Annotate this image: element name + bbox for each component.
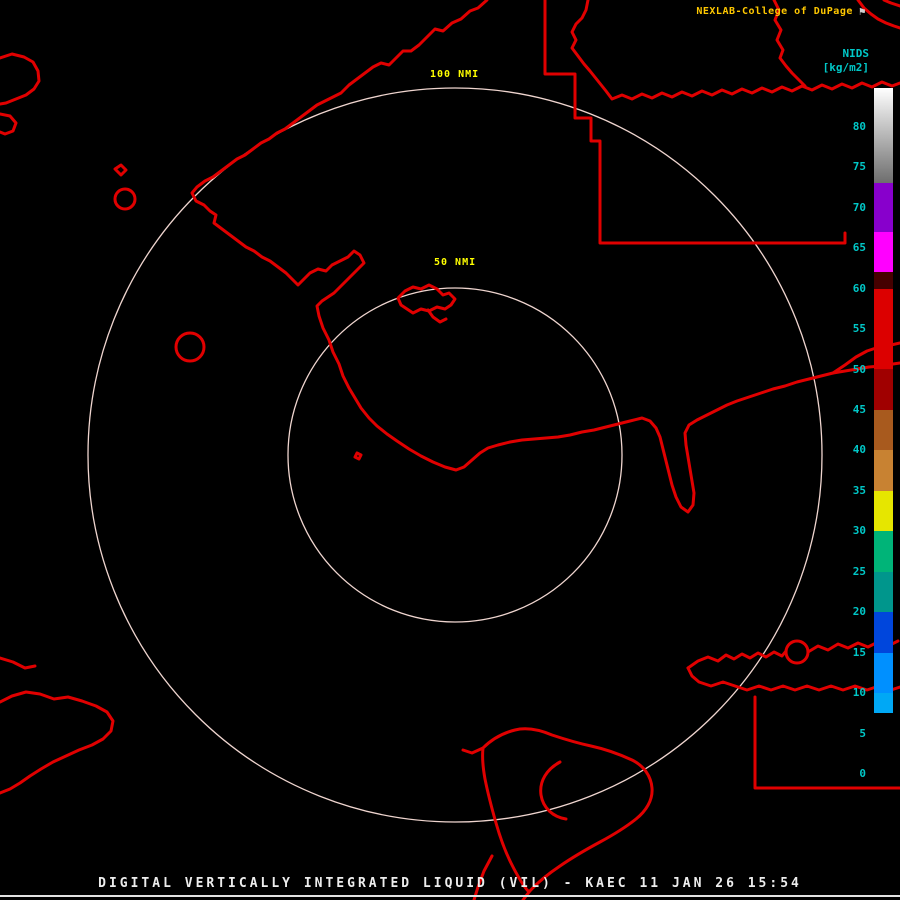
colorbar-tick-label: 40 — [852, 443, 866, 457]
map-outline — [426, 308, 448, 324]
map-canvas — [0, 0, 900, 900]
map-outline — [0, 656, 37, 670]
map-outline — [113, 163, 128, 177]
radar-display: 100 NMI 50 NMI NEXLAB-College of DuPage ⚑… — [0, 0, 900, 900]
brand-text: NEXLAB-College of DuPage — [696, 6, 853, 17]
map-outline — [686, 649, 788, 670]
colorbar-segment — [874, 571, 893, 613]
colorbar-tick-label: 45 — [852, 402, 866, 416]
colorbar-segment — [874, 183, 893, 232]
range-ring-label: 100 NMI — [428, 69, 482, 80]
colorbar-tick-label: 65 — [852, 241, 866, 255]
range-ring-label: 50 NMI — [432, 257, 479, 268]
brand-row: NEXLAB-College of DuPage ⚑ — [696, 5, 866, 18]
colorbar-segment — [874, 531, 893, 572]
map-outline — [882, 0, 900, 8]
colorbar-segment — [874, 713, 893, 780]
coastline-layer — [0, 0, 900, 900]
colorbar-tick-label: 50 — [852, 362, 866, 376]
map-outline — [543, 0, 847, 245]
colorbar-segment — [874, 272, 893, 289]
colorbar-tick-label: 20 — [852, 605, 866, 619]
map-outline — [396, 283, 457, 315]
legend-title: NIDS — [842, 47, 870, 60]
colorbar-tick-label: 10 — [852, 686, 866, 700]
colorbar-segment — [874, 490, 893, 532]
colorbar-segment — [874, 231, 893, 273]
map-outline — [0, 52, 41, 106]
colorbar-segment — [874, 652, 893, 693]
colorbar-tick-label: 80 — [852, 119, 866, 133]
range-ring — [287, 287, 623, 623]
colorbar-tick-label: 35 — [852, 483, 866, 497]
colorbar-segment — [874, 88, 893, 184]
range-ring — [87, 87, 823, 823]
colorbar-tick-label: 30 — [852, 524, 866, 538]
colorbar-segment — [874, 369, 893, 410]
map-outline — [174, 331, 206, 363]
colorbar-tick-label: 15 — [852, 645, 866, 659]
colorbar-tick-label: 25 — [852, 564, 866, 578]
footer-divider — [0, 895, 900, 897]
legend-units: [kg/m2] — [822, 61, 869, 74]
map-outline — [0, 690, 115, 795]
map-outline — [353, 451, 363, 461]
map-outline — [481, 727, 654, 894]
colorbar-tick-label: 75 — [852, 160, 866, 174]
colorbar-tick-label: 70 — [852, 200, 866, 214]
colorbar-tick-label: 0 — [859, 767, 866, 781]
map-outline — [113, 187, 137, 211]
range-rings-layer — [87, 87, 823, 823]
colorbar-segment — [874, 450, 893, 491]
colorbar-tick-label: 5 — [859, 726, 866, 740]
colorbar-segment — [874, 612, 893, 653]
colorbar — [874, 88, 893, 780]
colorbar-segment — [874, 288, 893, 370]
colorbar-tick-label: 60 — [852, 281, 866, 295]
product-caption: DIGITAL VERTICALLY INTEGRATED LIQUID (VI… — [98, 876, 802, 891]
colorbar-segment — [874, 692, 893, 714]
map-outline — [784, 639, 810, 665]
map-outline — [686, 666, 900, 692]
colorbar-segment — [874, 409, 893, 451]
cod-logo-icon: ⚑ — [858, 5, 866, 18]
colorbar-tick-label: 55 — [852, 322, 866, 336]
map-outline — [0, 112, 18, 136]
map-outline — [461, 746, 485, 755]
